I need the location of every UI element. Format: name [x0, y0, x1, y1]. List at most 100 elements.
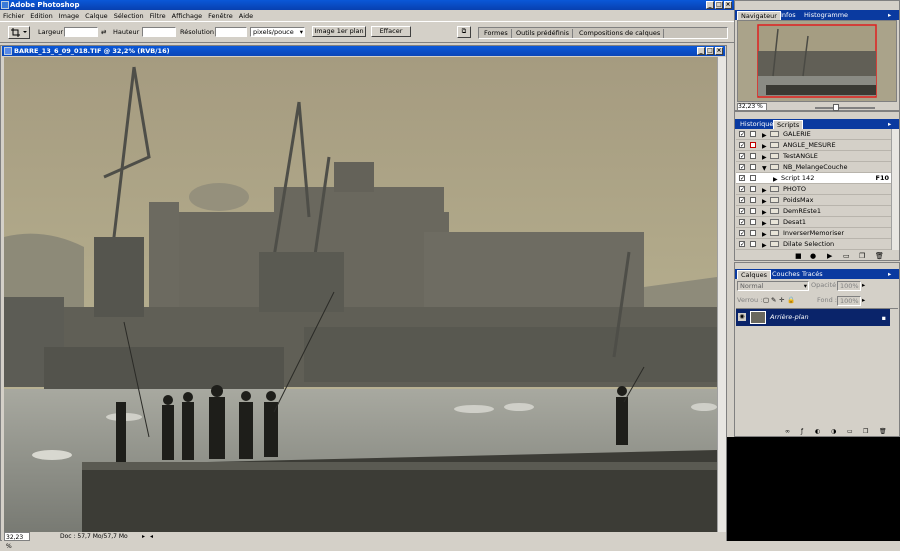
well-tab-outils[interactable]: Outils prédéfinis: [513, 29, 574, 38]
menu-fenetre[interactable]: Fenêtre: [208, 12, 233, 20]
tab-calques[interactable]: Calques: [737, 270, 771, 279]
dialog-toggle[interactable]: [750, 186, 756, 192]
fill-input[interactable]: 100%: [837, 296, 861, 306]
panel-menu-icon[interactable]: ▸: [885, 11, 894, 20]
fx-icon[interactable]: ƒ: [801, 428, 803, 436]
action-row[interactable]: ✓ ▶ InverserMemoriser: [736, 228, 891, 239]
menu-filtre[interactable]: Filtre: [150, 12, 166, 20]
status-menu-arrow-icon[interactable]: ▸: [142, 532, 145, 541]
scroll-left-icon[interactable]: ◂: [150, 532, 153, 541]
new-set-icon[interactable]: ▭: [843, 251, 850, 261]
stop-icon[interactable]: ■: [795, 251, 802, 261]
navigator-zoom-field[interactable]: 32,23 %: [737, 103, 767, 111]
dialog-toggle[interactable]: [750, 197, 756, 203]
well-tab-compositions[interactable]: Compositions de calques: [576, 29, 665, 38]
tab-navigateur[interactable]: Navigateur: [737, 11, 781, 20]
dialog-toggle[interactable]: [750, 241, 756, 247]
action-row[interactable]: ✓ ▶ DemREste1: [736, 206, 891, 217]
trash-icon[interactable]: 🗑: [875, 251, 884, 261]
menu-image[interactable]: Image: [59, 12, 79, 20]
dialog-toggle[interactable]: [750, 219, 756, 225]
file-browser-icon[interactable]: ⧉: [457, 26, 471, 38]
tab-traces[interactable]: Tracés: [799, 270, 826, 279]
menu-edition[interactable]: Edition: [30, 12, 53, 20]
toggle-checkbox[interactable]: ✓: [739, 131, 745, 138]
effacer-button[interactable]: Effacer: [371, 26, 411, 37]
panel-menu-icon[interactable]: ▸: [885, 120, 894, 129]
toggle-checkbox[interactable]: ✓: [739, 186, 745, 193]
action-row[interactable]: ✓ ▶ PHOTO: [736, 184, 891, 195]
action-row[interactable]: ✓ ▶ PoidsMax: [736, 195, 891, 206]
adjustment-icon[interactable]: ◑: [831, 428, 836, 436]
tab-scripts[interactable]: Scripts: [773, 120, 804, 129]
doc-minimize-button[interactable]: _: [697, 47, 705, 55]
eye-icon[interactable]: ◉: [738, 313, 746, 321]
action-row[interactable]: ✓ ▶ GALERIE: [736, 129, 891, 140]
expand-triangle-icon[interactable]: ▶: [762, 241, 767, 251]
tab-infos[interactable]: Infos: [777, 11, 799, 20]
dialog-toggle[interactable]: [750, 164, 756, 170]
vertical-scrollbar[interactable]: [717, 57, 726, 532]
action-row-selected[interactable]: ✓ ▶ Script 142 F10: [736, 173, 891, 184]
toggle-checkbox[interactable]: ✓: [739, 164, 745, 171]
blend-mode-select[interactable]: Normal ▾: [737, 281, 809, 291]
navigator-slider-thumb[interactable]: [833, 104, 839, 111]
mask-icon[interactable]: ◐: [815, 428, 820, 436]
doc-maximize-button[interactable]: □: [706, 47, 714, 55]
zoom-field[interactable]: 32,23 %: [4, 532, 30, 550]
resolution-unit-select[interactable]: pixels/pouce ▾: [250, 27, 305, 37]
lock-all-icon[interactable]: 🔒: [787, 295, 795, 305]
layer-row-selected[interactable]: ◉ Arrière-plan ▪: [736, 309, 890, 326]
opacity-input[interactable]: 100%: [837, 281, 861, 291]
menu-calque[interactable]: Calque: [85, 12, 108, 20]
dialog-toggle[interactable]: [750, 153, 756, 159]
menu-fichier[interactable]: Fichier: [3, 12, 24, 20]
action-row[interactable]: ✓ ▶ TestANGLE: [736, 151, 891, 162]
new-action-icon[interactable]: ❐: [859, 251, 865, 261]
tab-couches[interactable]: Couches: [769, 270, 803, 279]
toggle-checkbox[interactable]: ✓: [739, 175, 745, 182]
trash-icon[interactable]: 🗑: [879, 428, 887, 436]
lock-paint-icon[interactable]: ✎: [771, 295, 776, 305]
tab-histogramme[interactable]: Histogramme: [801, 11, 851, 20]
toggle-checkbox[interactable]: ✓: [739, 208, 745, 215]
action-row[interactable]: ✓ ▶ ANGLE_MESURE: [736, 140, 891, 151]
toggle-checkbox[interactable]: ✓: [739, 153, 745, 160]
dialog-toggle[interactable]: [750, 131, 756, 137]
menu-aide[interactable]: Aide: [239, 12, 253, 20]
opacity-arrow-icon[interactable]: ▸: [862, 280, 865, 290]
navigator-zoom-slider[interactable]: [815, 107, 875, 109]
tab-historique[interactable]: Historique: [737, 120, 776, 129]
well-tab-formes[interactable]: Formes: [481, 29, 512, 38]
new-layer-icon[interactable]: ❐: [863, 428, 868, 436]
document-title-bar[interactable]: BARRE_13_6_09_018.TIF @ 32,2% (RVB/16) _…: [2, 46, 725, 56]
play-icon[interactable]: ▶: [827, 251, 832, 261]
crop-tool-preset-button[interactable]: [8, 26, 30, 39]
actions-scrollbar[interactable]: [891, 129, 899, 250]
close-button[interactable]: ×: [724, 1, 732, 9]
doc-close-button[interactable]: ×: [715, 47, 723, 55]
action-row[interactable]: ✓ ▶ Dilate Selection: [736, 239, 891, 250]
hauteur-input[interactable]: [142, 27, 176, 37]
minimize-button[interactable]: _: [706, 1, 714, 9]
menu-affichage[interactable]: Affichage: [172, 12, 203, 20]
record-icon[interactable]: ●: [810, 251, 816, 261]
group-icon[interactable]: ▭: [847, 428, 853, 436]
image-1er-plan-button[interactable]: Image 1er plan: [312, 26, 366, 37]
toggle-checkbox[interactable]: ✓: [739, 197, 745, 204]
action-row[interactable]: ✓ ▶ Desat1: [736, 217, 891, 228]
dialog-toggle[interactable]: [750, 142, 756, 148]
navigator-preview[interactable]: [737, 20, 897, 102]
dialog-toggle[interactable]: [750, 208, 756, 214]
dialog-toggle[interactable]: [750, 175, 756, 181]
swap-icon[interactable]: ⇄: [101, 27, 106, 37]
lock-move-icon[interactable]: ✛: [779, 295, 784, 305]
maximize-button[interactable]: □: [715, 1, 723, 9]
toggle-checkbox[interactable]: ✓: [739, 241, 745, 248]
image-canvas[interactable]: [4, 57, 717, 532]
toggle-checkbox[interactable]: ✓: [739, 219, 745, 226]
lock-transparency-icon[interactable]: ▢: [763, 295, 769, 305]
link-icon[interactable]: ∞: [785, 428, 790, 436]
toggle-checkbox[interactable]: ✓: [739, 230, 745, 237]
menu-selection[interactable]: Sélection: [114, 12, 144, 20]
